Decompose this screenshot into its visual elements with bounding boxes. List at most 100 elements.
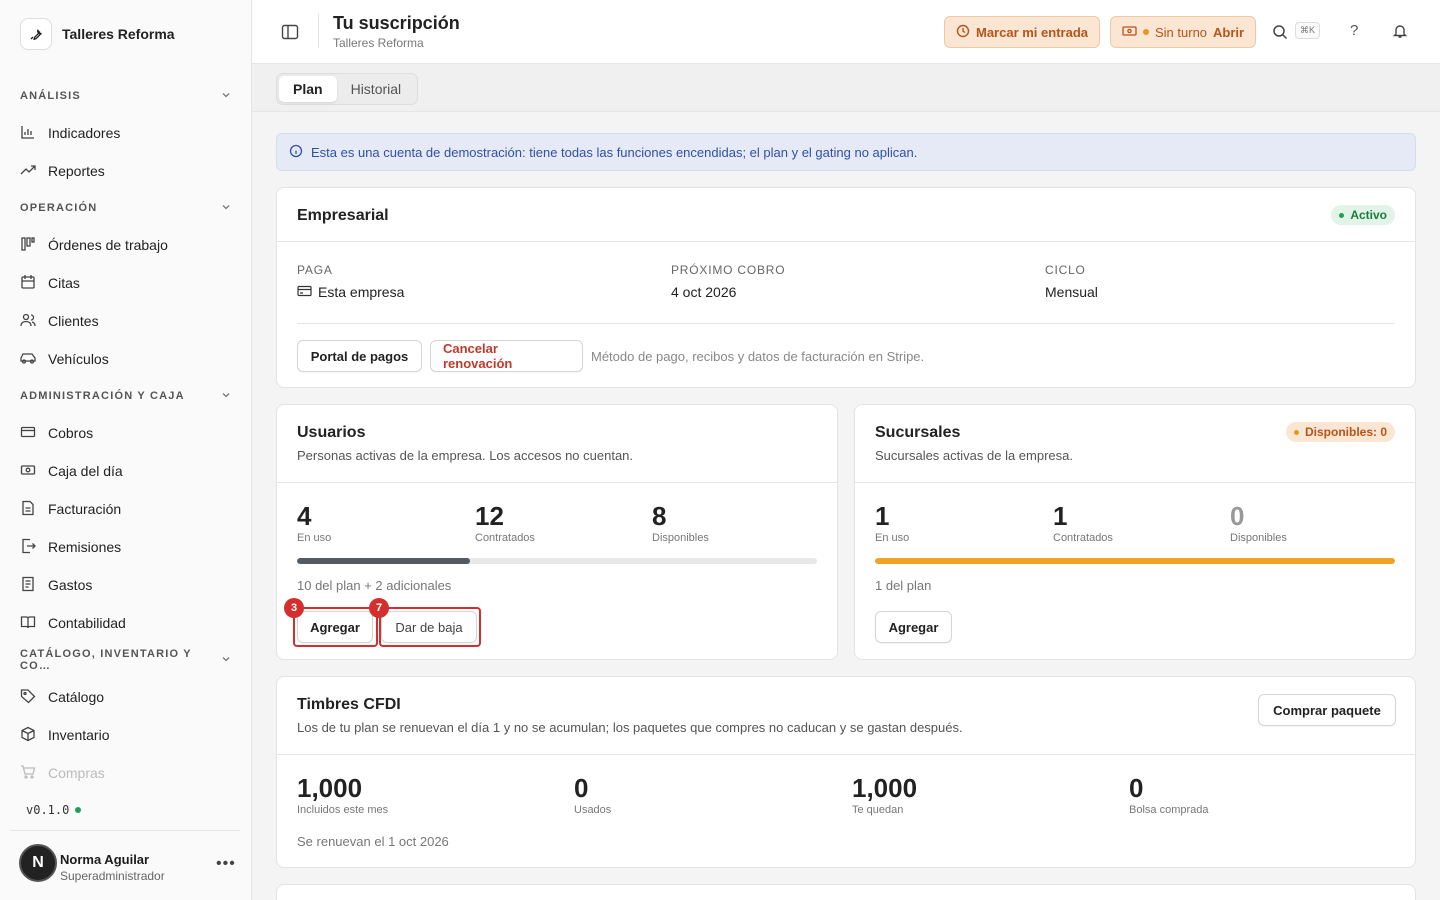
sidebar-item-label: Órdenes de trabajo [48, 237, 168, 253]
sidebar-item-compras[interactable]: Compras [0, 754, 251, 788]
branches-en-uso-label: En uso [875, 532, 910, 544]
sidebar: Talleres Reforma ANÁLISIS Indicadores Re… [0, 0, 252, 900]
brand[interactable]: Talleres Reforma [20, 18, 175, 50]
next-card [276, 884, 1416, 900]
sidebar-item-cobros[interactable]: Cobros [0, 414, 251, 452]
users-en-uso: 4 [297, 501, 312, 531]
stamps-used: 0 [574, 773, 589, 803]
version-label: v0.1.0 [26, 803, 82, 817]
users-disponibles-label: Disponibles [652, 532, 709, 544]
sidebar-item-label: Reportes [48, 163, 105, 179]
sidebar-item-caja[interactable]: Caja del día [0, 452, 251, 490]
sidebar-toggle-icon[interactable] [280, 22, 300, 45]
sidebar-item-clientes[interactable]: Clientes [0, 302, 251, 340]
stamps-included: 1,000 [297, 773, 363, 803]
sidebar-item-ordenes[interactable]: Órdenes de trabajo [0, 226, 251, 264]
tab-historial[interactable]: Historial [337, 76, 416, 102]
book-open-icon [20, 614, 36, 633]
divider [277, 241, 1415, 242]
divider [277, 754, 1415, 755]
branches-disponibles: 0 [1230, 501, 1245, 531]
sidebar-item-label: Vehículos [48, 351, 109, 367]
chevron-down-icon [221, 390, 231, 403]
add-branch-button[interactable]: Agregar [875, 611, 952, 643]
buy-package-button[interactable]: Comprar paquete [1258, 694, 1396, 726]
sidebar-item-label: Indicadores [48, 125, 121, 141]
section-analisis[interactable]: ANÁLISIS [0, 78, 251, 114]
sidebar-item-label: Compras [48, 765, 105, 781]
users-en-uso-label: En uso [297, 532, 332, 544]
sidebar-item-citas[interactable]: Citas [0, 264, 251, 302]
shortcut-hint: ⌘K [1295, 22, 1321, 39]
sidebar-item-label: Catálogo [48, 689, 105, 705]
users-contratados-label: Contratados [475, 532, 535, 544]
paga-label: PAGA [297, 263, 333, 277]
sidebar-item-label: Remisiones [48, 539, 122, 555]
chevron-down-icon [221, 654, 231, 667]
more-icon[interactable]: ••• [216, 855, 236, 873]
status-badge: Activo [1331, 205, 1395, 225]
search-icon[interactable] [1272, 24, 1288, 43]
shift-button[interactable]: Sin turno Abrir [1110, 16, 1257, 48]
receipt-icon [20, 576, 36, 595]
section-administracion[interactable]: ADMINISTRACIÓN Y CAJA [0, 378, 251, 414]
sidebar-item-indicadores[interactable]: Indicadores [0, 114, 251, 152]
clock-in-button[interactable]: Marcar mi entrada [944, 16, 1100, 48]
demo-banner: Esta es una cuenta de demostración: tien… [276, 133, 1416, 171]
portal-button[interactable]: Portal de pagos [297, 340, 422, 372]
cancel-renewal-button[interactable]: Cancelar renovación [430, 340, 583, 372]
kanban-icon [20, 236, 36, 255]
sidebar-item-reportes[interactable]: Reportes [0, 152, 251, 190]
shift-status-dot [1143, 29, 1149, 35]
branches-en-uso: 1 [875, 501, 890, 531]
marker-badge: 7 [369, 598, 389, 618]
cart-icon [20, 764, 36, 783]
trending-up-icon [20, 162, 36, 181]
stamps-purchased: 0 [1129, 773, 1144, 803]
tag-icon [20, 688, 36, 707]
users-icon [20, 312, 36, 331]
sidebar-item-facturacion[interactable]: Facturación [0, 490, 251, 528]
cash-icon [20, 462, 36, 481]
availability-text: Disponibles: 0 [1304, 425, 1387, 439]
user-role: Superadministrador [60, 869, 165, 883]
section-title: ADMINISTRACIÓN Y CAJA [20, 390, 185, 402]
tab-plan[interactable]: Plan [279, 76, 337, 102]
package-icon [20, 726, 36, 745]
banner-text: Esta es una cuenta de demostración: tien… [311, 144, 918, 160]
sidebar-item-catalogo[interactable]: Catálogo [0, 678, 251, 716]
paga-text: Esta empresa [318, 284, 405, 300]
sidebar-item-inventario[interactable]: Inventario [0, 716, 251, 754]
sidebar-item-remisiones[interactable]: Remisiones [0, 528, 251, 566]
help-icon[interactable]: ? [1350, 22, 1358, 39]
paga-value: Esta empresa [297, 284, 404, 300]
section-title: ANÁLISIS [20, 90, 81, 102]
bar-chart-icon [20, 124, 36, 143]
main-content: Esta es una cuenta de demostración: tien… [252, 112, 1440, 900]
stamps-remaining: 1,000 [852, 773, 918, 803]
section-operacion[interactable]: OPERACIÓN [0, 190, 251, 226]
chevron-down-icon [221, 202, 231, 215]
sidebar-item-vehiculos[interactable]: Vehículos [0, 340, 251, 378]
topbar: Tu suscripción Talleres Reforma Marcar m… [252, 0, 1440, 64]
branches-subtitle: Sucursales activas de la empresa. [875, 448, 1073, 463]
version-text: v0.1.0 [26, 803, 70, 817]
status-dot [75, 807, 82, 813]
sidebar-item-label: Caja del día [48, 463, 123, 479]
sidebar-item-gastos[interactable]: Gastos [0, 566, 251, 604]
sidebar-item-contabilidad[interactable]: Contabilidad [0, 604, 251, 642]
plan-name: Empresarial [297, 207, 389, 224]
stamps-card: Timbres CFDI Los de tu plan se renuevan … [276, 676, 1416, 868]
highlight-box [293, 607, 378, 647]
shift-open-label: Abrir [1213, 24, 1245, 40]
section-catalogo[interactable]: CATÁLOGO, INVENTARIO Y CO… [0, 642, 251, 678]
stamps-title: Timbres CFDI [297, 696, 401, 713]
divider [318, 14, 319, 48]
clock-icon [956, 24, 970, 41]
credit-card-icon [20, 424, 36, 443]
bell-icon[interactable] [1392, 23, 1408, 42]
branches-plan-note: 1 del plan [875, 578, 932, 593]
user-menu[interactable]: N Norma Aguilar Superadministrador ••• [10, 830, 240, 900]
users-disponibles: 8 [652, 501, 667, 531]
sidebar-item-label: Citas [48, 275, 80, 291]
